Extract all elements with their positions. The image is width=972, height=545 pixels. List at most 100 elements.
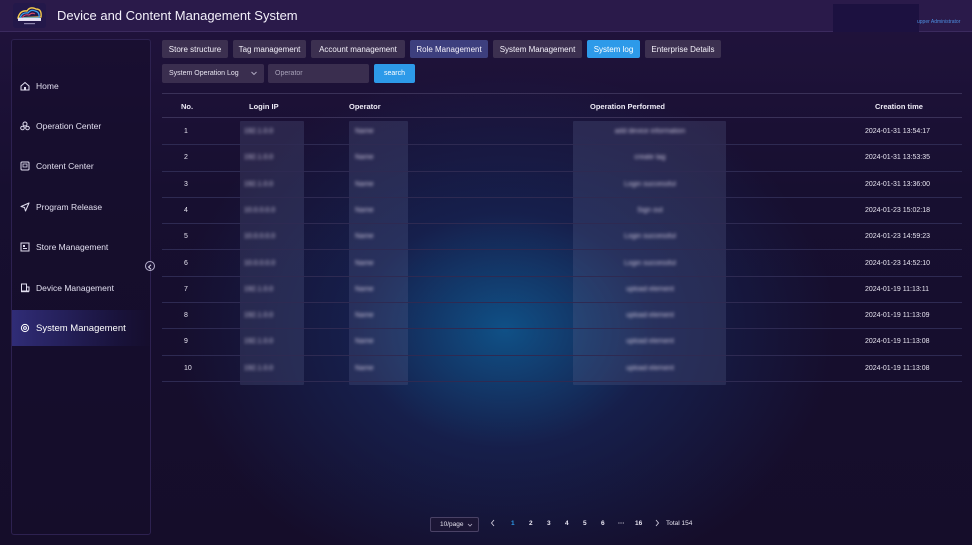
cell-creation-time: 2024-01-19 11:13:11 bbox=[865, 285, 929, 293]
sidebar-item-content-center[interactable]: Content Center bbox=[12, 148, 152, 184]
page-4[interactable]: 4 bbox=[565, 520, 569, 527]
sidebar-item-system-management[interactable]: System Management bbox=[12, 310, 152, 346]
cell-operation: upload element bbox=[626, 285, 674, 293]
sidebar-item-label: System Management bbox=[36, 322, 126, 334]
log-type-value: System Operation Log bbox=[169, 70, 239, 77]
logo bbox=[13, 3, 46, 28]
cell-no: 4 bbox=[184, 206, 188, 214]
cell-operation: create tag bbox=[634, 154, 666, 162]
cell-login-ip: 10.0.0.0.0 bbox=[244, 206, 276, 214]
home-icon bbox=[20, 81, 30, 91]
search-button[interactable]: search bbox=[374, 64, 415, 83]
sidebar-collapse-button[interactable] bbox=[145, 261, 155, 271]
page-5[interactable]: 5 bbox=[583, 520, 587, 527]
chevron-left-icon bbox=[147, 257, 153, 275]
table-row: 1 192.1.0.0 Name add device information 2024… bbox=[162, 119, 962, 146]
cell-no: 2 bbox=[184, 154, 188, 162]
cell-creation-time: 2024-01-19 11:13:09 bbox=[865, 312, 930, 320]
cell-operation: Login successful bbox=[624, 180, 676, 188]
content-icon bbox=[20, 161, 30, 171]
prev-page-button[interactable] bbox=[489, 519, 497, 529]
cell-login-ip: 192.1.0.0 bbox=[244, 364, 274, 372]
cell-operator: Name bbox=[355, 364, 374, 372]
cell-operation: add device information bbox=[614, 128, 686, 135]
cell-operation: upload element bbox=[626, 338, 674, 346]
cell-login-ip: 192.1.0.0 bbox=[244, 180, 274, 188]
log-type-select[interactable]: System Operation Log bbox=[162, 64, 264, 83]
cell-operator: Name bbox=[355, 285, 374, 293]
device-icon bbox=[20, 283, 30, 293]
sidebar-item-program-release[interactable]: Program Release bbox=[12, 189, 152, 225]
table-row: 6 10.0.0.0.0 Name Login successful 2024-01-2… bbox=[162, 251, 962, 277]
page-ellipsis[interactable]: ··· bbox=[618, 520, 625, 527]
cell-creation-time: 2024-01-19 11:13:08 bbox=[865, 338, 930, 346]
tab-enterprise-details[interactable]: Enterprise Details bbox=[645, 40, 721, 58]
cell-no: 10 bbox=[184, 364, 192, 372]
page-1[interactable]: 1 bbox=[511, 520, 515, 527]
table-row: 5 10.0.0.0.0 Name Login successful 2024-01-2… bbox=[162, 224, 962, 251]
send-icon bbox=[20, 202, 30, 212]
table-row: 9 192.1.0.0 Name upload element 2024-01-19 1… bbox=[162, 329, 962, 356]
sidebar-item-label: Content Center bbox=[36, 161, 94, 171]
cell-operator: Name bbox=[355, 312, 374, 320]
cell-login-ip: 192.1.0.0 bbox=[244, 338, 274, 346]
sidebar: Home Operation Center Content Center Pro… bbox=[11, 39, 152, 535]
chevron-down-icon bbox=[250, 69, 258, 77]
cell-no: 3 bbox=[184, 180, 188, 188]
cell-no: 1 bbox=[184, 128, 188, 135]
table-header: No. Login IP Operator Operation Performe… bbox=[162, 93, 962, 118]
sidebar-item-device-management[interactable]: Device Management bbox=[12, 270, 152, 306]
table-row: 8 192.1.0.0 Name upload element 2024-01-19 1… bbox=[162, 303, 962, 330]
cell-login-ip: 192.1.0.0 bbox=[244, 285, 274, 293]
sidebar-item-store-management[interactable]: Store Management bbox=[12, 229, 152, 265]
page-size-select[interactable]: 10/page bbox=[430, 517, 479, 532]
cell-creation-time: 2024-01-23 15:02:18 bbox=[865, 206, 930, 214]
page-16[interactable]: 16 bbox=[635, 520, 642, 527]
cell-operation: Sign out bbox=[637, 206, 663, 214]
column-header-login-ip: Login IP bbox=[249, 102, 279, 111]
chevron-left-icon bbox=[490, 519, 496, 529]
sidebar-item-operation-center[interactable]: Operation Center bbox=[12, 108, 152, 144]
user-name[interactable]: upper Administrator bbox=[917, 19, 960, 25]
total-count: Total 154 bbox=[666, 520, 693, 527]
sidebar-item-home[interactable]: Home bbox=[12, 68, 152, 104]
cell-login-ip: 10.0.0.0.0 bbox=[244, 233, 276, 241]
user-avatar-block[interactable] bbox=[833, 4, 919, 32]
page-6[interactable]: 6 bbox=[601, 520, 605, 527]
tab-account-management[interactable]: Account management bbox=[311, 40, 405, 58]
cell-operator: Name bbox=[355, 338, 374, 346]
cell-operator: Name bbox=[355, 206, 374, 214]
cell-operation: Login successful bbox=[624, 259, 676, 267]
page-3[interactable]: 3 bbox=[547, 520, 551, 527]
table-row: 10 192.1.0.0 Name upload element 2024-01-19 … bbox=[162, 356, 962, 382]
cell-operator: Name bbox=[355, 154, 374, 162]
page-size-value: 10/page bbox=[440, 521, 464, 528]
cell-no: 9 bbox=[184, 338, 188, 346]
gear-icon bbox=[20, 323, 30, 333]
tab-role-management[interactable]: Role Management bbox=[410, 40, 488, 58]
tab-system-log[interactable]: System log bbox=[587, 40, 640, 58]
tab-store-structure[interactable]: Store structure bbox=[162, 40, 228, 58]
cell-operator: Name bbox=[355, 259, 374, 267]
tab-tag-management[interactable]: Tag management bbox=[233, 40, 306, 58]
operator-input[interactable] bbox=[268, 64, 369, 83]
next-page-button[interactable] bbox=[653, 519, 661, 529]
column-header-creation-time: Creation time bbox=[875, 102, 923, 111]
cell-operator: Name bbox=[355, 180, 374, 188]
top-bar: Device and Content Management System upp… bbox=[0, 0, 972, 32]
cell-login-ip: 192.1.0.0 bbox=[244, 128, 274, 135]
table-row: 2 192.1.0.0 Name create tag 2024-01-31 13:53… bbox=[162, 145, 962, 172]
cell-creation-time: 2024-01-23 14:59:23 bbox=[865, 233, 930, 241]
cell-login-ip: 192.1.0.0 bbox=[244, 154, 274, 162]
tab-system-management[interactable]: System Management bbox=[493, 40, 582, 58]
cell-no: 5 bbox=[184, 233, 188, 241]
page-2[interactable]: 2 bbox=[529, 520, 533, 527]
cell-creation-time: 2024-01-31 13:53:35 bbox=[865, 154, 930, 162]
column-header-operation: Operation Performed bbox=[590, 102, 666, 111]
table-row: 3 192.1.0.0 Name Login successful 2024-01-31… bbox=[162, 172, 962, 198]
sidebar-item-label: Operation Center bbox=[36, 121, 102, 131]
store-icon bbox=[20, 242, 30, 252]
cell-creation-time: 2024-01-23 14:52:10 bbox=[865, 259, 930, 267]
cell-login-ip: 192.1.0.0 bbox=[244, 312, 274, 320]
cell-operation: upload element bbox=[626, 312, 674, 320]
